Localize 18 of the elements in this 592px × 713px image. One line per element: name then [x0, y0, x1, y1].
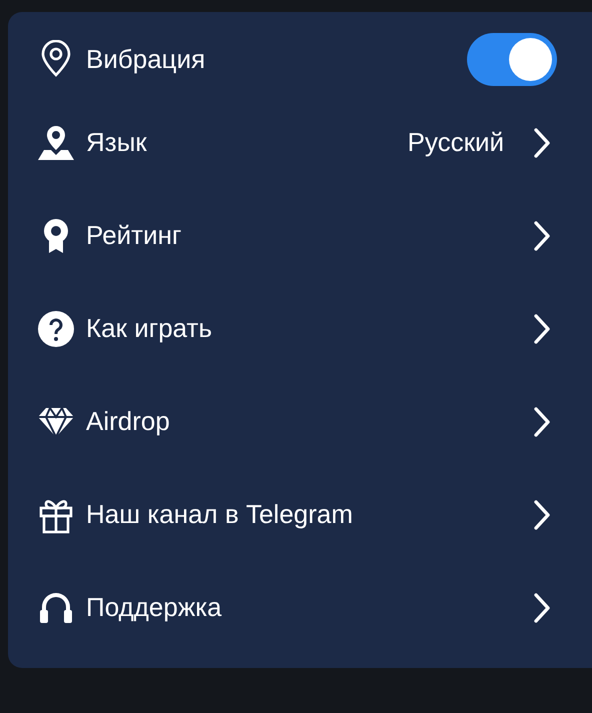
- menu-label: Язык: [86, 126, 148, 159]
- chevron-right-icon: [532, 406, 552, 438]
- menu-label: Наш канал в Telegram: [86, 498, 354, 531]
- chevron-right-icon: [532, 220, 552, 252]
- menu-label: Как играть: [86, 312, 214, 345]
- help-icon: [37, 310, 75, 348]
- chevron-right-icon: [532, 126, 552, 158]
- chevron-right-icon: [532, 312, 552, 344]
- menu-label: Поддержка: [86, 591, 223, 624]
- value-text: Русский: [408, 126, 504, 159]
- menu-label: Airdrop: [86, 405, 171, 438]
- toggle-switch[interactable]: [467, 32, 557, 86]
- chevron-right-icon: [532, 592, 552, 624]
- menu-label: Вибрация: [86, 42, 206, 76]
- menu-label: Рейтинг: [86, 219, 182, 252]
- pin-icon: [39, 40, 73, 78]
- map-pin-icon: [36, 124, 76, 162]
- chevron-right-icon: [532, 498, 552, 530]
